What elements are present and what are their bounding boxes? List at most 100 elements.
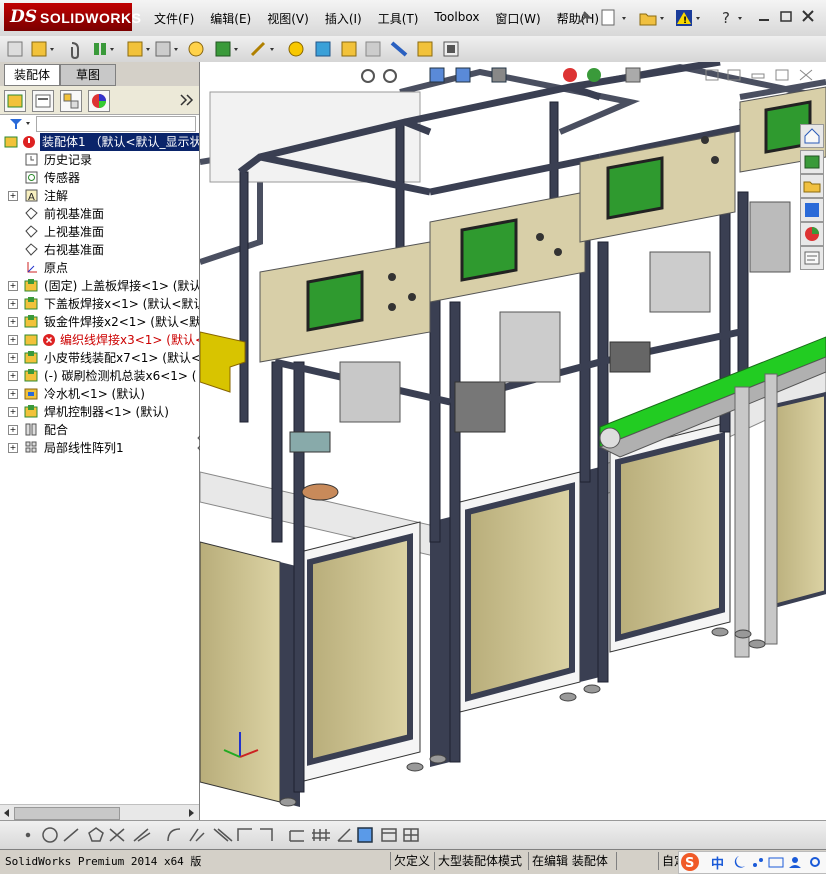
tree-item[interactable]: + A 注解 bbox=[0, 187, 199, 205]
tree-item[interactable]: + (固定) 上盖板焊接<1> (默认 bbox=[0, 277, 199, 295]
configuration-manager-icon[interactable] bbox=[60, 90, 82, 112]
mirror-icon[interactable] bbox=[213, 828, 233, 842]
options-icon[interactable] bbox=[443, 41, 459, 57]
help-icon[interactable]: ? bbox=[720, 8, 750, 28]
show-hidden-icon[interactable] bbox=[215, 41, 238, 57]
tree-item[interactable]: 前视基准面 bbox=[0, 205, 199, 223]
tree-item[interactable]: + (-) 碳刷检测机总装x6<1> ( bbox=[0, 367, 199, 385]
ime-language[interactable]: 中 bbox=[711, 853, 724, 872]
tree-horizontal-scrollbar[interactable] bbox=[0, 804, 199, 821]
new-document-icon[interactable] bbox=[600, 8, 630, 28]
interference-icon[interactable] bbox=[288, 41, 304, 57]
close-icon[interactable] bbox=[800, 8, 816, 24]
instant3d-icon[interactable] bbox=[341, 41, 357, 57]
tree-item[interactable]: + 编织线焊接x3<1> (默认<9 bbox=[0, 331, 199, 349]
heads-up-view-toolbar[interactable] bbox=[361, 67, 641, 83]
tree-item[interactable]: 传感器 bbox=[0, 169, 199, 187]
corner-rectangle-icon[interactable] bbox=[237, 828, 252, 841]
status-large-assembly[interactable]: 大型装配体模式 bbox=[434, 852, 525, 870]
fillet-icon[interactable] bbox=[167, 828, 181, 842]
scroll-right-icon[interactable] bbox=[186, 808, 196, 818]
expand-toggle[interactable]: + bbox=[8, 371, 18, 381]
open-folder-icon[interactable] bbox=[638, 8, 668, 28]
solidworks-logo[interactable]: DS SOLIDWORKS bbox=[4, 3, 141, 31]
expand-toggle[interactable]: + bbox=[8, 191, 18, 201]
dimension-icon[interactable] bbox=[260, 828, 273, 841]
custom-properties-icon[interactable] bbox=[800, 246, 824, 270]
design-library-icon[interactable] bbox=[800, 150, 824, 174]
trim-icon[interactable] bbox=[109, 828, 125, 842]
filter-icon[interactable] bbox=[8, 117, 36, 131]
view-palette-icon[interactable] bbox=[800, 198, 824, 222]
menu-tools[interactable]: 工具(T) bbox=[370, 10, 427, 27]
expand-toggle[interactable]: + bbox=[8, 299, 18, 309]
pin-icon[interactable] bbox=[574, 8, 594, 28]
settings-icon[interactable] bbox=[810, 857, 820, 867]
tree-item[interactable]: 上视基准面 bbox=[0, 223, 199, 241]
resources-home-icon[interactable] bbox=[800, 124, 824, 148]
menu-insert[interactable]: 插入(I) bbox=[317, 10, 370, 27]
expand-toggle[interactable]: + bbox=[8, 317, 18, 327]
tree-item[interactable]: + 钣金件焊接x2<1> (默认<默认 bbox=[0, 313, 199, 331]
display-relations-icon[interactable] bbox=[289, 830, 304, 842]
assembly-xpert-icon[interactable] bbox=[365, 41, 381, 57]
tree-item[interactable]: + 焊机控制器<1> (默认) bbox=[0, 403, 199, 421]
menu-window[interactable]: 窗口(W) bbox=[487, 10, 548, 27]
measure-icon[interactable] bbox=[390, 41, 408, 57]
menu-view[interactable]: 视图(V) bbox=[259, 10, 317, 27]
user-icon[interactable] bbox=[789, 857, 801, 868]
linear-pattern-icon[interactable] bbox=[127, 41, 150, 57]
tree-item[interactable]: + 冷水机<1> (默认) bbox=[0, 385, 199, 403]
angle-icon[interactable] bbox=[337, 828, 352, 842]
tab-sketch[interactable]: 草图 bbox=[60, 64, 116, 86]
expand-toggle[interactable]: + bbox=[8, 335, 18, 345]
minimize-icon[interactable] bbox=[756, 8, 772, 24]
smart-fastener-icon[interactable] bbox=[155, 41, 178, 57]
graphics-area[interactable] bbox=[200, 62, 826, 820]
filter-input[interactable] bbox=[36, 116, 196, 132]
paperclip-icon[interactable] bbox=[71, 42, 79, 59]
feature-manager-icon[interactable] bbox=[4, 90, 26, 112]
menu-edit[interactable]: 编辑(E) bbox=[202, 10, 259, 27]
view-single-icon[interactable] bbox=[381, 828, 397, 842]
tree-root[interactable]: 装配体1 （默认<默认_显示状 bbox=[0, 133, 199, 151]
punctuation-icon[interactable] bbox=[753, 858, 763, 867]
expand-panel-icon[interactable] bbox=[178, 92, 194, 108]
menu-file[interactable]: 文件(F) bbox=[146, 10, 202, 27]
expand-toggle[interactable]: + bbox=[8, 353, 18, 363]
tree-item[interactable]: 历史记录 bbox=[0, 151, 199, 169]
explode-view-icon[interactable] bbox=[250, 41, 274, 57]
file-explorer-icon[interactable] bbox=[800, 174, 824, 198]
expand-toggle[interactable]: + bbox=[8, 281, 18, 291]
edit-component-icon[interactable] bbox=[31, 41, 54, 57]
rebuild-warning-icon[interactable]: ! bbox=[674, 8, 704, 28]
ime-toolbar[interactable]: S 中 bbox=[678, 851, 826, 874]
mate-icon[interactable] bbox=[94, 43, 114, 55]
view-split-icon[interactable] bbox=[403, 828, 419, 842]
restore-icon[interactable] bbox=[778, 8, 794, 24]
sogou-logo-icon[interactable]: S bbox=[679, 852, 701, 872]
tree-item[interactable]: 右视基准面 bbox=[0, 241, 199, 259]
expand-toggle[interactable]: + bbox=[8, 443, 18, 453]
chamfer-icon[interactable] bbox=[189, 828, 205, 842]
keyboard-icon[interactable] bbox=[768, 857, 784, 868]
expand-toggle[interactable]: + bbox=[8, 407, 18, 417]
view-orientation-icon[interactable] bbox=[7, 41, 23, 57]
offset-icon[interactable] bbox=[133, 828, 151, 842]
mass-properties-icon[interactable] bbox=[417, 41, 433, 57]
polygon-icon[interactable] bbox=[88, 827, 104, 842]
bom-icon[interactable] bbox=[315, 41, 331, 57]
section-view-icon[interactable] bbox=[357, 827, 373, 843]
tree-item[interactable]: + 小皮带线装配x7<1> (默认< bbox=[0, 349, 199, 367]
display-manager-icon[interactable] bbox=[88, 90, 110, 112]
scroll-thumb[interactable] bbox=[14, 807, 120, 820]
tree-item[interactable]: + 局部线性阵列1 bbox=[0, 439, 199, 457]
tree-item[interactable]: 原点 bbox=[0, 259, 199, 277]
appearances-icon[interactable] bbox=[800, 222, 824, 246]
menu-toolbox[interactable]: Toolbox bbox=[426, 10, 487, 27]
expand-toggle[interactable]: + bbox=[8, 389, 18, 399]
moon-icon[interactable] bbox=[734, 856, 745, 868]
line-icon[interactable] bbox=[63, 828, 79, 842]
move-component-icon[interactable] bbox=[188, 41, 204, 57]
grid-icon[interactable] bbox=[312, 829, 330, 841]
